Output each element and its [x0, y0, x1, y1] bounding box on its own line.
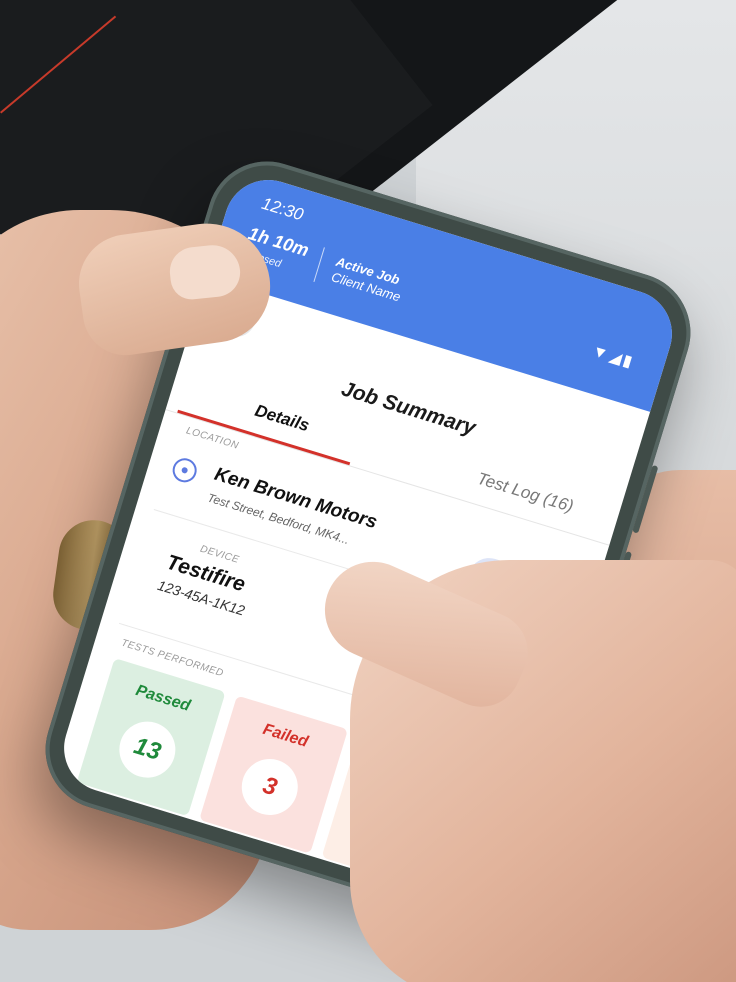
failed-label: Failed — [260, 720, 311, 751]
location-pin-icon — [169, 455, 200, 486]
elapsed-timer: 1h 10m Elapsed — [240, 223, 311, 278]
status-clock: 12:30 — [259, 193, 306, 225]
failed-count: 3 — [234, 752, 305, 822]
tab-details[interactable]: Details — [252, 401, 312, 436]
active-job-info[interactable]: Active Job Client Name — [329, 254, 407, 306]
tab-test-log[interactable]: Test Log (16) — [475, 469, 576, 517]
passed-count: 13 — [112, 714, 183, 785]
bar-divider — [313, 247, 325, 283]
passed-label: Passed — [133, 682, 193, 715]
signal-battery-icon: ▼◢▮ — [589, 342, 637, 372]
back-button[interactable]: ‹ — [212, 294, 261, 342]
